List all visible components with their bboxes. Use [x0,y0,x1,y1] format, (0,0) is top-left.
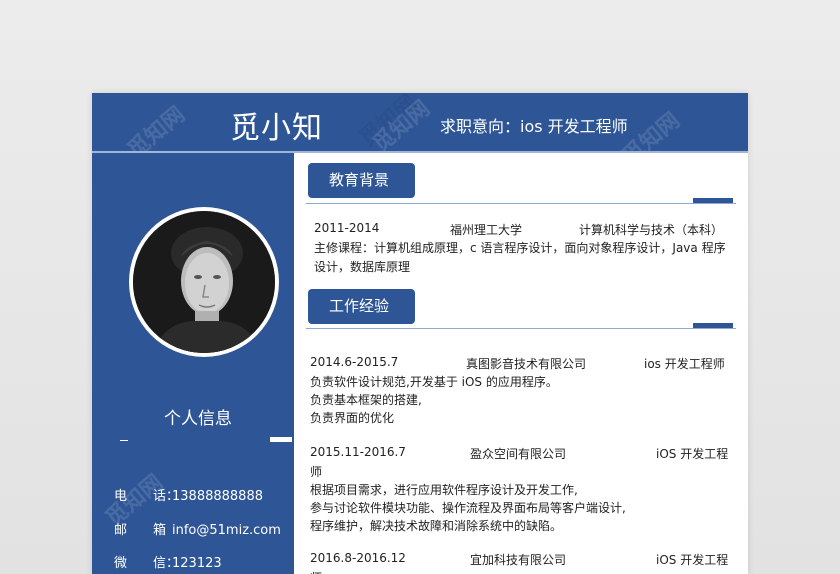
contact-email: 邮 箱 info@51miz.com [114,519,281,538]
watermark-text: 觅知网 [368,96,435,158]
job-period: 2014.6-2015.7 [310,355,399,369]
edu-period: 2011-2014 [314,221,380,235]
job-duty: 根据项目需求，进行应用软件程序设计及开发工作, [310,483,578,497]
avatar [133,211,275,353]
phone-value: 13888888888 [172,489,263,504]
wechat-label: 微 信： [114,556,180,571]
job-role: iOS 开发工程 [656,553,729,567]
phone-label: 电 话： [114,489,180,504]
job-duty: 程序维护，解决技术故障和消除系统中的缺陷。 [310,519,563,533]
section-divider [306,203,736,204]
edu-major: 计算机科学与技术（本科） [579,223,724,237]
job-intent: 求职意向：ios 开发工程师 [440,117,628,136]
edu-courses: 主修课程：计算机组成原理，c 语言程序设计，面向对象程序设计，Java 程序 [314,241,726,255]
job-duty: 负责基本框架的搭建, [310,393,422,407]
contact-wechat: 微 信：123123 [114,552,222,571]
resume-header: 觅小知 求职意向：ios 开发工程师 觅知网 觅知网 觅知网 [92,93,748,170]
job-role: iOS 开发工程 [656,447,729,461]
job-company: 真图影音技术有限公司 [466,357,587,371]
wechat-value: 123123 [172,556,222,571]
job-duty: 负责软件设计规范,开发基于 iOS 的应用程序。 [310,375,558,389]
main-content: 教育背景 2011-2014 福州理工大学 计算机科学与技术（本科） 主修课程：… [294,93,748,574]
divider [120,440,128,441]
email-value: info@51miz.com [172,523,281,538]
candidate-name: 觅小知 [230,111,323,146]
email-label: 邮 箱 [114,523,167,538]
job-period: 2015.11-2016.7 [310,445,406,459]
personal-info-heading: 个人信息 [164,409,232,429]
job-duty: 师 [310,569,322,574]
contact-phone: 电 话：13888888888 [114,485,263,504]
avatar-frame [129,207,279,357]
job-duty: 负责界面的优化 [310,411,395,425]
job-period: 2016.8-2016.12 [310,551,406,565]
education-heading: 教育背景 [308,163,415,198]
job-duty: 师 [310,465,323,479]
job-duty: 参与讨论软件模块功能、操作流程及界面布局等客户端设计, [310,501,626,515]
divider-accent [270,437,292,442]
work-heading: 工作经验 [308,289,415,324]
sidebar: 个人信息 电 话：13888888888 邮 箱 info@51miz.com 微… [92,153,294,574]
resume-page: 觅小知 求职意向：ios 开发工程师 觅知网 觅知网 觅知网 个人信息 电 话：… [92,93,748,574]
edu-courses-cont: 设计，数据库原理 [314,260,411,274]
job-company: 宜加科技有限公司 [470,553,567,567]
person-photo-icon [133,211,275,353]
job-role: ios 开发工程师 [644,357,725,371]
job-company: 盈众空间有限公司 [470,447,567,461]
section-divider [306,328,736,329]
edu-school: 福州理工大学 [450,223,523,237]
